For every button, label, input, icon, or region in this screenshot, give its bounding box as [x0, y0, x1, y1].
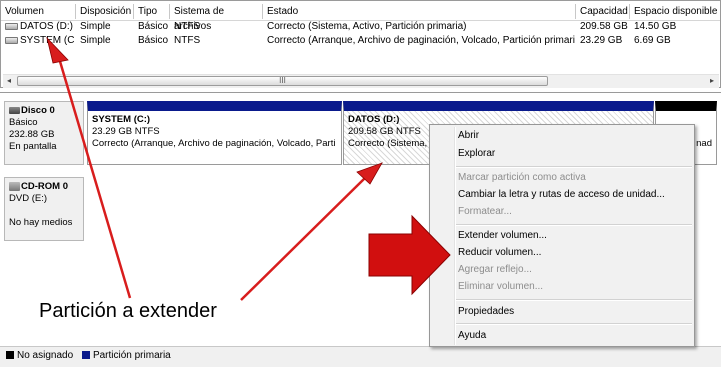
menu-item-add-mirror[interactable]: Agregar reflejo... — [458, 262, 532, 278]
volume-free-space: 14.50 GB — [634, 21, 677, 32]
volume-capacity: 209.58 GB — [580, 21, 628, 32]
legend-unallocated-label: No asignado — [17, 350, 74, 361]
volume-name: DATOS (D:) — [20, 21, 73, 32]
annotation-caption: Partición a extender — [39, 300, 217, 322]
menu-item-shrink-volume[interactable]: Reducir volumen... — [458, 245, 541, 261]
volume-filesystem: NTFS — [174, 35, 201, 46]
menu-item-mark-active[interactable]: Marcar partición como activa — [458, 170, 586, 186]
volume-free-space: 6.69 GB — [634, 35, 671, 46]
volume-row-system[interactable]: SYSTEM (C:) Simple Básico NTFS Correcto … — [1, 34, 720, 48]
volume-layout: Simple — [80, 21, 111, 32]
hard-disk-icon — [9, 106, 20, 114]
disk-0-size: 232.88 GB — [9, 129, 55, 140]
volume-status: Correcto (Arranque, Archivo de paginació… — [267, 35, 575, 46]
menu-separator — [456, 166, 692, 168]
disk-0-state: En pantalla — [9, 141, 57, 152]
cdrom-0-title-row: CD-ROM 0 — [9, 181, 79, 193]
cdrom-0-title: CD-ROM 0 — [21, 181, 68, 192]
context-menu: Abrir Explorar Marcar partición como act… — [429, 124, 695, 347]
disk-0-label[interactable]: Disco 0 Básico 232.88 GB En pantalla — [4, 101, 84, 165]
disk-0-title: Disco 0 — [21, 105, 55, 116]
volume-icon — [5, 36, 18, 44]
menu-item-open[interactable]: Abrir — [458, 128, 479, 144]
volume-layout: Simple — [80, 35, 111, 46]
menu-item-explore[interactable]: Explorar — [458, 146, 495, 162]
menu-item-delete-volume[interactable]: Eliminar volumen... — [458, 279, 543, 295]
column-header-layout[interactable]: Disposición — [76, 4, 134, 19]
menu-item-change-letter[interactable]: Cambiar la letra y rutas de acceso de un… — [458, 187, 665, 203]
scroll-right-arrow-icon[interactable]: ▸ — [707, 76, 717, 86]
menu-item-help[interactable]: Ayuda — [458, 328, 486, 344]
menu-separator — [456, 323, 692, 325]
volume-capacity: 23.29 GB — [580, 35, 623, 46]
volume-status: Correcto (Sistema, Activo, Partición pri… — [267, 21, 467, 32]
menu-item-extend-volume[interactable]: Extender volumen... — [458, 228, 547, 244]
partition-system-size: 23.29 GB NTFS — [92, 126, 160, 137]
menu-item-format[interactable]: Formatear... — [458, 204, 512, 220]
context-menu-gutter — [454, 127, 456, 345]
volume-list: Volumen Disposición Tipo Sistema de arch… — [0, 0, 721, 88]
volume-name-cell: SYSTEM (C:) — [5, 34, 75, 48]
column-header-filesystem[interactable]: Sistema de archivos — [170, 4, 263, 32]
menu-separator — [456, 224, 692, 226]
cdrom-0-spacer — [9, 205, 79, 217]
legend-primary-swatch — [81, 351, 90, 360]
volume-type: Básico — [138, 21, 169, 32]
volume-name-cell: DATOS (D:) — [5, 20, 75, 34]
legend-bar: No asignado Partición primaria — [0, 346, 721, 367]
column-header-row: Volumen Disposición Tipo Sistema de arch… — [1, 1, 720, 32]
volume-type: Básico — [138, 35, 169, 46]
partition-system-name: SYSTEM (C:) — [92, 114, 151, 125]
partition-system[interactable]: SYSTEM (C:) 23.29 GB NTFS Correcto (Arra… — [87, 101, 342, 165]
legend-unallocated-swatch — [6, 351, 14, 360]
volume-name: SYSTEM (C:) — [20, 35, 75, 46]
cdrom-0-state: No hay medios — [9, 217, 73, 228]
column-header-status[interactable]: Estado — [263, 4, 576, 19]
volume-filesystem: NTFS — [174, 21, 201, 32]
column-header-type[interactable]: Tipo — [134, 4, 170, 19]
cdrom-icon — [9, 181, 20, 191]
disk-0-title-row: Disco 0 — [9, 105, 79, 117]
cdrom-0-label[interactable]: CD-ROM 0 DVD (E:) No hay medios — [4, 177, 84, 241]
column-header-free-space[interactable]: Espacio disponible — [630, 4, 720, 19]
menu-item-properties[interactable]: Propiedades — [458, 304, 514, 320]
horizontal-scrollbar[interactable]: ◂ III ▸ — [3, 74, 719, 88]
column-header-volume[interactable]: Volumen — [1, 4, 76, 19]
scrollbar-thumb[interactable]: III — [17, 76, 548, 86]
scroll-left-arrow-icon[interactable]: ◂ — [4, 76, 14, 86]
column-header-capacity[interactable]: Capacidad — [576, 4, 630, 19]
scrollbar-grip-icon: III — [279, 76, 286, 85]
partition-system-status: Correcto (Arranque, Archivo de paginació… — [92, 138, 336, 149]
cdrom-0-drive: DVD (E:) — [9, 193, 47, 204]
disk-0-type: Básico — [9, 117, 38, 128]
volume-row-datos[interactable]: DATOS (D:) Simple Básico NTFS Correcto (… — [1, 20, 720, 34]
volume-icon — [5, 22, 18, 30]
menu-separator — [456, 299, 692, 301]
legend-primary-label: Partición primaria — [92, 350, 171, 361]
